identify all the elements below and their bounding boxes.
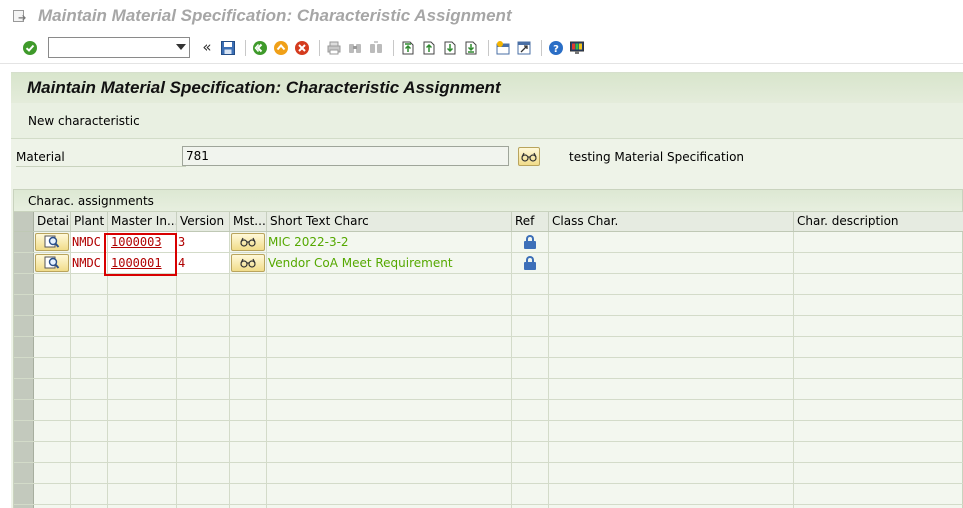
toolbar-separator	[541, 39, 542, 56]
next-page-icon[interactable]	[441, 39, 459, 57]
save-icon[interactable]	[219, 39, 237, 57]
material-row: Material 781 testing Material Specificat…	[11, 145, 963, 169]
master-insp-char-link[interactable]: 1000003	[108, 235, 162, 249]
column-header-char-description[interactable]: Char. description	[794, 212, 963, 231]
table-row[interactable]	[14, 316, 963, 337]
last-page-icon[interactable]	[462, 39, 480, 57]
exit-doc-icon: ➔	[12, 8, 28, 24]
column-header-version[interactable]: Version	[177, 212, 230, 231]
command-input[interactable]	[49, 38, 169, 57]
screen-header: Maintain Material Specification: Charact…	[11, 73, 963, 103]
display-glasses-icon[interactable]	[231, 254, 265, 272]
table-row[interactable]	[14, 442, 963, 463]
column-header-class-char[interactable]: Class Char.	[549, 212, 794, 231]
row-selector[interactable]	[14, 484, 34, 504]
table-row[interactable]	[14, 421, 963, 442]
main-area: Maintain Material Specification: Charact…	[11, 72, 963, 508]
table-row[interactable]	[14, 484, 963, 505]
toolbar-separator	[393, 39, 394, 56]
cancel-icon[interactable]	[293, 39, 311, 57]
row-selector[interactable]	[14, 253, 34, 273]
row-selector[interactable]	[14, 337, 34, 357]
table-row[interactable]	[14, 295, 963, 316]
window-title: Maintain Material Specification: Charact…	[38, 6, 512, 25]
table-row[interactable]	[14, 463, 963, 484]
print-icon[interactable]	[325, 39, 343, 57]
row-selector[interactable]	[14, 421, 34, 441]
row-selector[interactable]	[14, 379, 34, 399]
exit-icon[interactable]	[272, 39, 290, 57]
title-bar: ➔ Maintain Material Specification: Chara…	[0, 0, 963, 32]
row-selector[interactable]	[14, 463, 34, 483]
row-selector[interactable]	[14, 400, 34, 420]
column-header-ref[interactable]: Ref	[512, 212, 549, 231]
column-header-master[interactable]: Master In...	[108, 212, 177, 231]
back-icon[interactable]	[251, 39, 269, 57]
table-row[interactable]	[14, 379, 963, 400]
svg-text:?: ?	[553, 44, 559, 55]
table-row[interactable]	[14, 400, 963, 421]
table-row[interactable]: NMDC 1000001 4 Vendor CoA Meet Requireme…	[14, 253, 963, 274]
row-selector[interactable]	[14, 295, 34, 315]
display-glasses-icon[interactable]	[231, 233, 265, 251]
page-title: Maintain Material Specification: Charact…	[27, 78, 501, 97]
column-header-detail[interactable]: Detail	[34, 212, 71, 231]
row-selector[interactable]	[14, 274, 34, 294]
assignments-table: Detail Plant Master In... Version Mst...…	[14, 212, 963, 508]
short-text-cell: MIC 2022-3-2	[268, 235, 349, 249]
char-description-cell	[794, 232, 963, 252]
row-selector[interactable]	[14, 232, 34, 252]
command-field[interactable]	[48, 37, 190, 58]
shortcut-icon[interactable]	[515, 39, 533, 57]
display-glasses-icon[interactable]	[518, 147, 540, 166]
toolbar-separator	[319, 39, 320, 56]
table-row[interactable]	[14, 274, 963, 295]
material-description: testing Material Specification	[569, 150, 745, 164]
group-title: Charac. assignments	[14, 190, 962, 212]
create-session-icon[interactable]	[494, 39, 512, 57]
row-selector[interactable]	[14, 316, 34, 336]
application-toolbar: New characteristic	[11, 103, 963, 139]
table-row[interactable]	[14, 358, 963, 379]
char-description-cell	[794, 253, 963, 273]
first-page-icon[interactable]	[399, 39, 417, 57]
material-label: Material	[16, 150, 186, 167]
master-insp-char-link[interactable]: 1000001	[108, 256, 162, 270]
toolbar-separator	[245, 39, 246, 56]
customize-layout-icon[interactable]	[568, 39, 586, 57]
row-selector[interactable]	[14, 358, 34, 378]
help-icon[interactable]: ?	[547, 39, 565, 57]
detail-magnifier-icon[interactable]	[35, 254, 69, 272]
lock-icon[interactable]	[524, 235, 536, 249]
previous-page-icon[interactable]	[420, 39, 438, 57]
find-icon[interactable]	[346, 39, 364, 57]
detail-magnifier-icon[interactable]	[35, 233, 69, 251]
version-cell[interactable]: 4	[177, 253, 230, 273]
column-header-mst[interactable]: Mst...	[230, 212, 267, 231]
table-row[interactable]	[14, 337, 963, 358]
plant-cell[interactable]: NMDC	[71, 253, 108, 273]
column-header-plant[interactable]: Plant	[71, 212, 108, 231]
chevron-down-icon[interactable]	[176, 44, 186, 50]
material-field[interactable]: 781	[182, 146, 509, 166]
table-header: Detail Plant Master In... Version Mst...…	[14, 212, 963, 232]
table-row[interactable]: NMDC 1000003 3 MIC 2022-3-2	[14, 232, 963, 253]
version-cell[interactable]: 3	[177, 232, 230, 252]
new-characteristic-button[interactable]: New characteristic	[28, 114, 140, 128]
charac-assignments-group: Charac. assignments Detail Plant Master …	[13, 189, 963, 508]
lock-icon[interactable]	[524, 256, 536, 270]
column-header-short-text[interactable]: Short Text Charc	[267, 212, 512, 231]
back-double-chevron-icon[interactable]: «	[198, 39, 216, 57]
find-next-icon[interactable]	[367, 39, 385, 57]
select-all-column[interactable]	[14, 212, 34, 231]
row-selector[interactable]	[14, 442, 34, 462]
enter-check-icon[interactable]	[21, 39, 39, 57]
short-text-cell: Vendor CoA Meet Requirement	[268, 256, 453, 270]
plant-cell[interactable]: NMDC	[71, 232, 108, 252]
toolbar-separator	[488, 39, 489, 56]
class-char-cell	[549, 253, 794, 273]
class-char-cell	[549, 232, 794, 252]
standard-toolbar: « ?	[0, 32, 963, 64]
